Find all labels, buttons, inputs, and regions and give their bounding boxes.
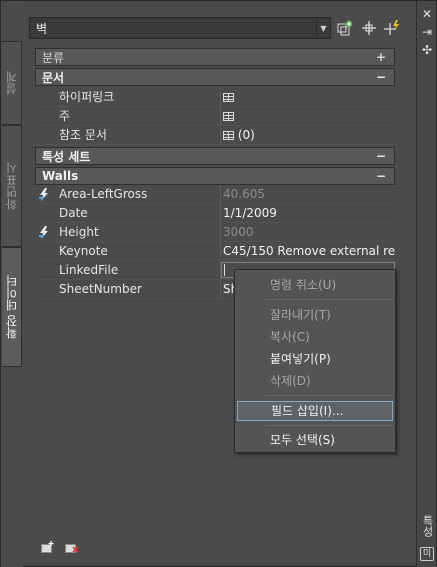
property-name: Keynote bbox=[53, 242, 221, 260]
remove-property-set-icon[interactable] bbox=[65, 541, 79, 553]
category-label: 분류 bbox=[42, 50, 65, 65]
menu-insert-field[interactable]: 필드 삽입(I)... bbox=[237, 401, 393, 421]
category-walls[interactable]: Walls − bbox=[35, 167, 395, 185]
quick-select-icon[interactable] bbox=[383, 18, 403, 38]
property-value[interactable]: C45/150 Remove external re... bbox=[221, 242, 395, 260]
property-name: 참조 문서 bbox=[53, 126, 221, 144]
category-label: Walls bbox=[42, 169, 79, 183]
property-value: 3000 bbox=[223, 225, 254, 239]
palette-tab-strip: 설계 화면표시 확장 데이터 bbox=[1, 1, 23, 567]
object-type-select[interactable]: 벽 ▼ bbox=[29, 17, 331, 39]
property-name: Height bbox=[53, 223, 221, 241]
menu-delete[interactable]: 삭제(D) bbox=[236, 371, 394, 391]
category-classification[interactable]: 분류 + bbox=[35, 48, 395, 66]
category-property-sets[interactable]: 특성 세트 − bbox=[35, 147, 395, 165]
chevron-down-icon[interactable]: ▼ bbox=[316, 18, 330, 38]
table-icon[interactable] bbox=[223, 131, 234, 140]
category-label: 문서 bbox=[42, 70, 65, 85]
lightning-icon bbox=[39, 225, 48, 239]
property-grid: 분류 + 문서 − 하이퍼링크 주 참조 문서 (0) 특성 세트 − Wall… bbox=[35, 48, 395, 299]
property-row-keynote[interactable]: Keynote C45/150 Remove external re... bbox=[35, 242, 395, 261]
menu-separator bbox=[265, 395, 393, 396]
object-type-value: 벽 bbox=[36, 21, 48, 36]
expand-icon[interactable]: + bbox=[376, 49, 386, 65]
menu-separator bbox=[265, 425, 393, 426]
close-icon[interactable]: ✕ bbox=[420, 7, 434, 21]
property-row-area-leftgross[interactable]: Area-LeftGross 40.605 bbox=[35, 185, 395, 204]
property-value[interactable]: 1/1/2009 bbox=[221, 204, 395, 222]
selection-toolbar: 벽 ▼ bbox=[29, 17, 409, 39]
category-label: 특성 세트 bbox=[42, 149, 91, 164]
palette-title: 특성 bbox=[421, 515, 434, 537]
property-value: 40.605 bbox=[223, 187, 265, 201]
property-row-height[interactable]: Height 3000 bbox=[35, 223, 395, 242]
pick-objects-icon[interactable] bbox=[359, 18, 379, 38]
property-name: Area-LeftGross bbox=[53, 185, 221, 203]
property-name: SheetNumber bbox=[53, 280, 221, 298]
property-value: (0) bbox=[237, 128, 255, 142]
menu-paste[interactable]: 붙여넣기(P) bbox=[236, 349, 394, 369]
add-property-set-bottom-icon[interactable] bbox=[41, 541, 55, 553]
table-icon[interactable] bbox=[223, 93, 234, 102]
tab-extended-data[interactable]: 확장 데이터 bbox=[2, 247, 22, 367]
lightning-icon bbox=[39, 187, 48, 201]
tab-display[interactable]: 화면표시 bbox=[2, 125, 22, 247]
properties-palette: 설계 화면표시 확장 데이터 ✕ ⇥ ✣ 특성 미 벽 ▼ 분류 + 문서 − … bbox=[0, 0, 437, 567]
menu-copy[interactable]: 복사(C) bbox=[236, 327, 394, 347]
tab-design-label: 설계 bbox=[5, 71, 19, 95]
property-row-reference-documents[interactable]: 참조 문서 (0) bbox=[35, 126, 395, 145]
collapse-icon[interactable]: − bbox=[376, 168, 386, 184]
palette-options-icon[interactable]: ✣ bbox=[420, 43, 434, 57]
table-icon[interactable] bbox=[223, 112, 234, 121]
property-row-date[interactable]: Date 1/1/2009 bbox=[35, 204, 395, 223]
tab-display-label: 화면표시 bbox=[5, 162, 19, 210]
property-name: 주 bbox=[53, 107, 221, 125]
text-cursor bbox=[224, 264, 225, 276]
property-name: 하이퍼링크 bbox=[53, 88, 221, 106]
menu-separator bbox=[265, 299, 393, 300]
add-property-set-icon[interactable] bbox=[335, 18, 355, 38]
collapse-icon[interactable]: − bbox=[376, 69, 386, 85]
autohide-icon[interactable]: ⇥ bbox=[420, 25, 434, 39]
property-row-hyperlink[interactable]: 하이퍼링크 bbox=[35, 88, 395, 107]
tab-extended-data-label: 확장 데이터 bbox=[5, 275, 19, 339]
property-name: Date bbox=[53, 204, 221, 222]
collapse-icon[interactable]: − bbox=[376, 148, 386, 164]
menu-cut[interactable]: 잘라내기(T) bbox=[236, 305, 394, 325]
menu-undo[interactable]: 명령 취소(U) bbox=[236, 275, 394, 295]
context-menu: 명령 취소(U) 잘라내기(T) 복사(C) 붙여넣기(P) 삭제(D) 필드 … bbox=[234, 269, 396, 453]
property-name: LinkedFile bbox=[53, 261, 221, 279]
mini-icon[interactable]: 미 bbox=[420, 547, 434, 561]
property-row-notes[interactable]: 주 bbox=[35, 107, 395, 126]
tab-design[interactable]: 설계 bbox=[2, 41, 22, 125]
palette-title-bar: ✕ ⇥ ✣ 특성 미 bbox=[416, 1, 436, 567]
menu-select-all[interactable]: 모두 선택(S) bbox=[236, 430, 394, 450]
category-documents[interactable]: 문서 − bbox=[35, 68, 395, 86]
